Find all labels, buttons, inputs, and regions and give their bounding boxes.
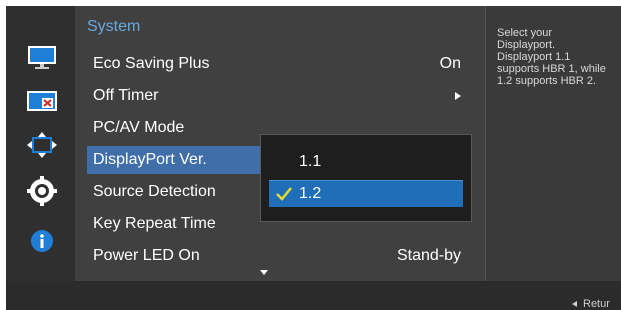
menu-item-power-led-on[interactable]: Power LED On Stand-by bbox=[87, 242, 477, 270]
help-text: Select your Displayport. Displayport 1.1… bbox=[497, 27, 606, 87]
menu-item-key-repeat-time[interactable]: Key Repeat Time bbox=[87, 210, 257, 238]
footer-bar bbox=[6, 281, 621, 310]
option-label: 1.2 bbox=[299, 185, 322, 202]
info-icon[interactable] bbox=[26, 228, 58, 254]
menu-item-label: DisplayPort Ver. bbox=[93, 151, 207, 168]
menu-item-displayport-ver[interactable]: DisplayPort Ver. bbox=[87, 146, 267, 174]
size-position-icon[interactable] bbox=[26, 132, 58, 158]
menu-item-label: Power LED On bbox=[93, 247, 200, 264]
picture-in-picture-icon[interactable] bbox=[26, 88, 58, 114]
dropdown-option-1-2[interactable]: 1.2 bbox=[269, 180, 463, 207]
return-label: Retur bbox=[583, 298, 610, 310]
chevron-right-icon bbox=[455, 92, 461, 100]
displayport-version-dropdown: 1.1 1.2 bbox=[260, 134, 472, 222]
menu-item-label: Key Repeat Time bbox=[93, 215, 216, 232]
scroll-down-icon[interactable] bbox=[260, 270, 268, 275]
menu-item-source-detection[interactable]: Source Detection bbox=[87, 178, 257, 206]
return-arrow-icon bbox=[572, 301, 577, 307]
return-button[interactable]: Retur bbox=[572, 298, 610, 310]
left-icon-rail bbox=[6, 6, 75, 281]
menu-item-label: Source Detection bbox=[93, 183, 216, 200]
menu-item-label: Eco Saving Plus bbox=[93, 55, 210, 72]
dropdown-option-1-1[interactable]: 1.1 bbox=[269, 149, 463, 175]
menu-item-eco-saving-plus[interactable]: Eco Saving Plus On bbox=[87, 50, 477, 78]
monitor-icon[interactable] bbox=[26, 44, 58, 70]
menu-item-label: PC/AV Mode bbox=[93, 119, 185, 136]
menu-item-label: Off Timer bbox=[93, 87, 159, 104]
menu-item-value: Stand-by bbox=[396, 247, 461, 264]
gear-icon[interactable] bbox=[26, 176, 58, 206]
menu-item-off-timer[interactable]: Off Timer bbox=[87, 82, 477, 110]
menu-item-value: On bbox=[439, 55, 461, 72]
checkmark-icon bbox=[276, 187, 292, 201]
section-title: System bbox=[87, 18, 141, 35]
option-label: 1.1 bbox=[299, 153, 322, 170]
